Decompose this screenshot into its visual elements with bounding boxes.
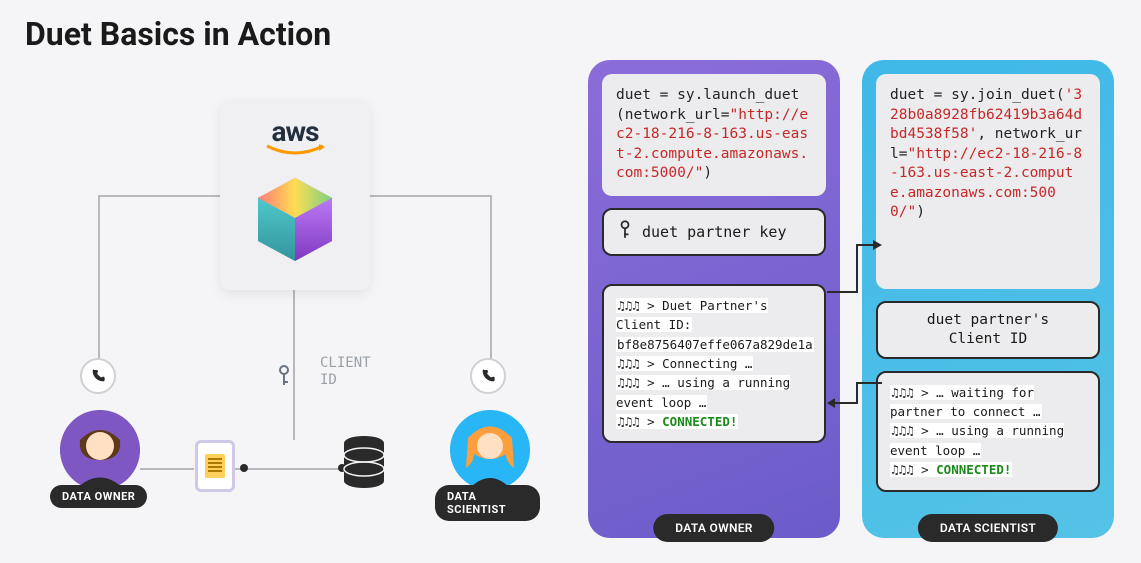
data-owner-avatar <box>60 410 140 490</box>
data-owner-label: DATA OWNER <box>50 485 147 508</box>
log-line: ♫♫♫ > Connecting … <box>616 356 753 371</box>
log-line: ♫♫♫ > CONNECTED! <box>616 414 738 429</box>
key-icon <box>618 220 632 244</box>
log-line: bf8e8756407effe067a829de1a <box>616 337 814 352</box>
log-line: ♫♫♫ > … using a running event loop … <box>616 375 790 409</box>
slide-title: Duet Basics in Action <box>25 15 331 53</box>
connector-line <box>140 468 194 470</box>
aws-cloud-card: aws <box>220 100 370 290</box>
code-text: duet = sy.join_duet( <box>890 87 1065 103</box>
arrow-key-to-join <box>827 240 882 300</box>
log-line: ♫♫♫ > Duet Partner's Client ID: <box>616 298 768 332</box>
owner-code-block: duet = sy.launch_duet(network_url="http:… <box>602 74 826 196</box>
arrow-clientid-to-owner <box>827 378 882 408</box>
data-scientist-panel: duet = sy.join_duet('328b0a8928fb62419b3… <box>862 60 1114 538</box>
cube-icon <box>250 173 340 268</box>
architecture-diagram: aws CLIENT ID DA <box>20 80 540 540</box>
data-scientist-avatar <box>450 410 530 490</box>
phone-icon <box>470 358 506 394</box>
client-id-label: CLIENT ID <box>320 355 380 389</box>
connector-line <box>244 468 342 470</box>
connector-line <box>98 195 100 360</box>
log-line: ♫♫♫ > … waiting for partner to connect … <box>890 385 1042 419</box>
connector-line <box>370 195 492 197</box>
data-scientist-label: DATA SCIENTIST <box>435 485 540 521</box>
client-id-text: duet partner's <box>888 311 1088 330</box>
client-id-text: Client ID <box>888 330 1088 349</box>
owner-log-block: ♫♫♫ > Duet Partner's Client ID: bf8e8756… <box>602 284 826 444</box>
connector-line <box>98 195 220 197</box>
owner-panel-label: DATA OWNER <box>653 514 774 542</box>
code-text: ) <box>916 204 925 220</box>
aws-smile-icon <box>265 144 325 158</box>
document-icon <box>195 440 235 492</box>
partner-key-bar: duet partner key <box>602 208 826 256</box>
code-text: ) <box>703 165 712 181</box>
connector-dot <box>240 464 248 472</box>
client-id-bar: duet partner's Client ID <box>876 301 1100 359</box>
partner-key-label: duet partner key <box>642 223 787 241</box>
log-line: ♫♫♫ > CONNECTED! <box>890 462 1012 477</box>
database-icon <box>342 435 386 490</box>
data-owner-panel: duet = sy.launch_duet(network_url="http:… <box>588 60 840 538</box>
log-line: ♫♫♫ > … using a running event loop … <box>890 423 1064 457</box>
key-icon <box>276 365 292 391</box>
scientist-panel-label: DATA SCIENTIST <box>918 514 1058 542</box>
connector-line <box>293 290 295 440</box>
scientist-code-block: duet = sy.join_duet('328b0a8928fb62419b3… <box>876 74 1100 289</box>
phone-icon <box>80 358 116 394</box>
scientist-log-block: ♫♫♫ > … waiting for partner to connect …… <box>876 371 1100 492</box>
connector-line <box>490 195 492 360</box>
